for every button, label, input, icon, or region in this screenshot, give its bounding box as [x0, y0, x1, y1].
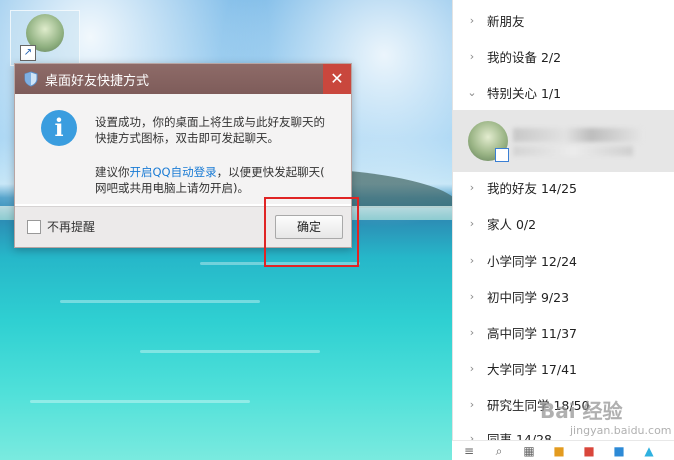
group-label: 新朋友 [487, 13, 525, 29]
close-button[interactable]: ✕ [323, 64, 351, 94]
friend-list-item[interactable] [453, 110, 674, 172]
chevron-right-icon: › [469, 49, 475, 63]
close-icon: ✕ [330, 69, 344, 88]
chevron-right-icon: › [469, 289, 475, 303]
chevron-right-icon: › [469, 397, 475, 411]
chevron-right-icon: › [469, 253, 475, 267]
group-new-friends[interactable]: › 新朋友 [453, 5, 674, 35]
watermark-text: Bai 经验 [540, 399, 623, 423]
info-icon: i [41, 110, 77, 146]
highlight-box [264, 197, 359, 267]
group-primary-school[interactable]: › 小学同学 12/24 [453, 245, 674, 275]
group-university[interactable]: › 大学同学 17/41 [453, 353, 674, 383]
message-line: 快捷方式图标，双击即可发起聊天。 [95, 131, 279, 145]
group-my-friends[interactable]: › 我的好友 14/25 [453, 172, 674, 202]
drive-icon[interactable]: ▲ [642, 444, 656, 458]
group-label: 家人 0/2 [487, 216, 537, 232]
group-label: 高中同学 11/37 [487, 325, 577, 341]
device-icon [495, 148, 509, 162]
shield-icon [24, 71, 38, 87]
group-label: 特别关心 1/1 [487, 85, 562, 101]
menu-icon[interactable]: ≡ [462, 444, 476, 458]
suggestion-suffix: ，以便更快发起聊天( [216, 165, 325, 179]
success-message: 设置成功，你的桌面上将生成与此好友聊天的 快捷方式图标，双击即可发起聊天。 [95, 114, 345, 146]
weather-icon[interactable]: ■ [612, 444, 626, 458]
chevron-right-icon: › [469, 361, 475, 375]
wave [60, 300, 260, 303]
dialog-body: i 设置成功，你的桌面上将生成与此好友聊天的 快捷方式图标，双击即可发起聊天。 … [15, 94, 351, 204]
message-line: 设置成功，你的桌面上将生成与此好友聊天的 [95, 115, 325, 129]
suggestion-message: 建议你开启QQ自动登录，以便更快发起聊天( 网吧或共用电脑上请勿开启)。 [95, 164, 345, 196]
panel-bottom-toolbar: ≡ ⌕ ▦ ■ ■ ■ ▲ [452, 440, 674, 460]
group-middle-school[interactable]: › 初中同学 9/23 [453, 281, 674, 311]
dont-remind-checkbox[interactable] [27, 220, 41, 234]
app-launcher-icon[interactable]: ■ [552, 444, 566, 458]
suggestion-prefix: 建议你 [95, 165, 130, 179]
auto-login-link[interactable]: 开启QQ自动登录 [130, 165, 217, 179]
dialog-title: 桌面好友快捷方式 [45, 73, 150, 89]
desktop-shortcut-icon[interactable]: ↗ [10, 10, 80, 66]
chevron-right-icon: › [469, 216, 475, 230]
blurred-signature [513, 146, 633, 156]
group-family[interactable]: › 家人 0/2 [453, 208, 674, 238]
wave [30, 400, 250, 403]
dialog-titlebar[interactable]: 桌面好友快捷方式 ✕ [15, 64, 351, 94]
chevron-right-icon: › [469, 13, 475, 27]
mail-icon[interactable]: ■ [582, 444, 596, 458]
wave [140, 350, 320, 353]
group-my-devices[interactable]: › 我的设备 2/2 [453, 41, 674, 71]
group-label: 初中同学 9/23 [487, 289, 570, 305]
dont-remind-label[interactable]: 不再提醒 [47, 218, 95, 235]
contacts-panel: › 新朋友 › 我的设备 2/2 ⌄ 特别关心 1/1 › 我的好友 14/25… [452, 0, 674, 460]
chevron-down-icon: ⌄ [467, 85, 477, 99]
group-high-school[interactable]: › 高中同学 11/37 [453, 317, 674, 347]
group-special-care[interactable]: ⌄ 特别关心 1/1 [453, 77, 674, 107]
group-label: 小学同学 12/24 [487, 253, 577, 269]
chevron-right-icon: › [469, 180, 475, 194]
watermark: Bai 经验 jingyan.baidu.com [540, 395, 672, 437]
suggestion-line2: 网吧或共用电脑上请勿开启)。 [95, 181, 249, 195]
watermark-sub: jingyan.baidu.com [570, 424, 672, 437]
group-label: 我的好友 14/25 [487, 180, 577, 196]
shortcut-arrow-icon: ↗ [20, 45, 36, 61]
chevron-right-icon: › [469, 325, 475, 339]
search-icon[interactable]: ⌕ [492, 444, 506, 458]
blurred-nickname [513, 128, 643, 142]
apps-icon[interactable]: ▦ [522, 444, 536, 458]
group-label: 大学同学 17/41 [487, 361, 577, 377]
group-label: 我的设备 2/2 [487, 49, 562, 65]
